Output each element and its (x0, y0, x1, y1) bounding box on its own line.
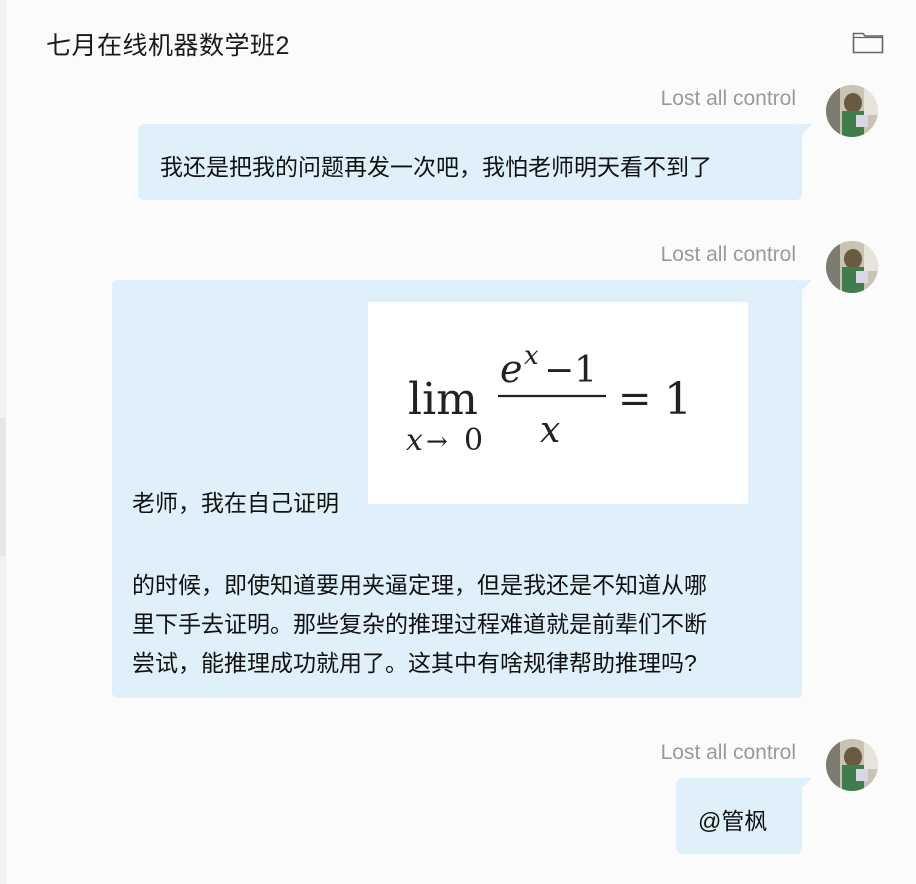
message-bubble: 我还是把我的问题再发一次吧，我怕老师明天看不到了 (138, 124, 812, 200)
message-sender: Lost all control (660, 243, 796, 266)
formula-lim: lim (408, 374, 478, 425)
message-text-line: 尝试，能推理成功就用了。这其中有啥规律帮助推理吗? (132, 650, 697, 676)
message-sender: Lost all control (660, 741, 796, 764)
message-text-prefix: 老师，我在自己证明 (132, 490, 339, 516)
formula-den: x (540, 410, 560, 451)
avatar[interactable] (826, 85, 878, 137)
message-mention[interactable]: @管枫 (698, 802, 767, 836)
message-sender: Lost all control (660, 87, 796, 110)
formula-rhs: 1 (664, 374, 692, 425)
message-bubble: lim x → 0 e x −1 x = 1 老师，我在自己证明 的时候，即使知… (112, 280, 812, 698)
message-text-line: 里下手去证明。那些复杂的推理过程难道就是前辈们不断 (132, 611, 707, 637)
message-text-line: 我还是把我的问题再发一次吧，我怕老师明天看不到了 (160, 154, 712, 180)
avatar[interactable] (826, 241, 878, 293)
formula-sub-val: 0 (464, 423, 483, 458)
chat-title: 七月在线机器数学班2 (46, 32, 290, 60)
message-text-line: 的时候，即使知道要用夹逼定理，但是我还是不知道从哪 (132, 572, 707, 598)
message-bubble: @管枫 (676, 778, 812, 854)
formula-num-base: e (500, 347, 523, 391)
formula-num-exp: x (524, 341, 539, 371)
formula-sub-arrow: → (426, 427, 448, 457)
avatar[interactable] (826, 739, 878, 791)
formula-sub-var: x (406, 423, 423, 458)
formula-image[interactable]: lim x → 0 e x −1 x = 1 (368, 302, 748, 504)
formula-num-rest: −1 (544, 350, 597, 391)
formula-equals: = (618, 376, 652, 422)
left-edge-scroll-mark (0, 418, 6, 556)
folder-icon[interactable] (852, 30, 884, 54)
